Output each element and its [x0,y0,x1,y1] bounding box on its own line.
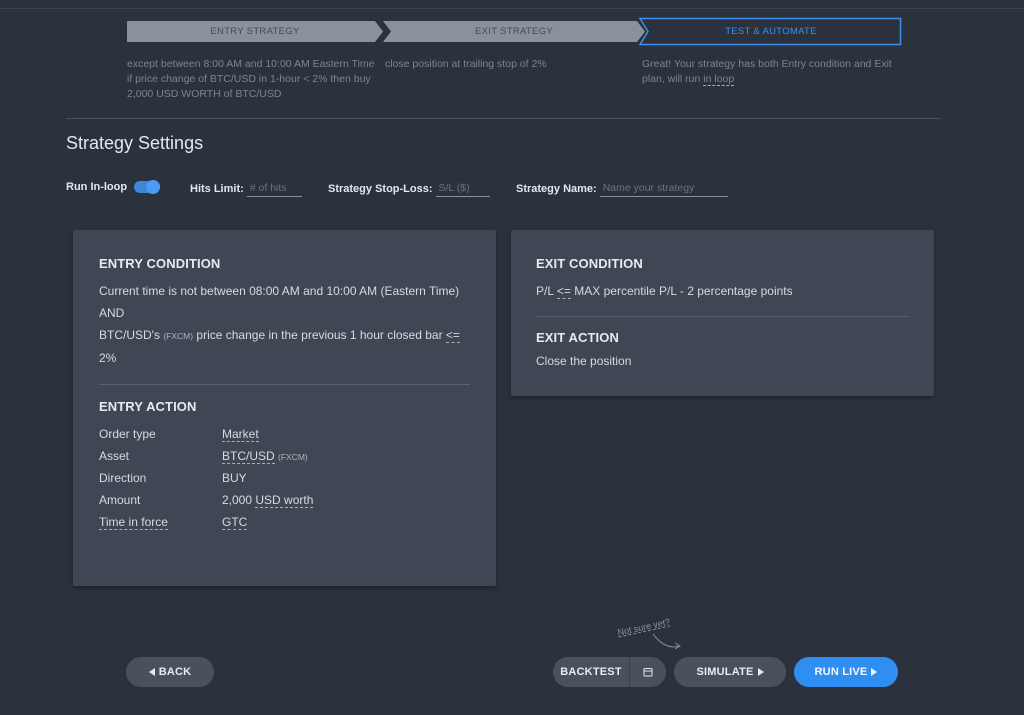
time-in-force-label[interactable]: Time in force [99,515,168,530]
order-type-row: Order type Market [99,423,470,445]
strategy-name-input[interactable] [599,181,728,197]
condition-value: 2% [99,351,117,365]
condition-and: AND [99,306,125,320]
step-label: ENTRY STRATEGY [210,26,300,37]
condition-text: price change in the previous 1 hour clos… [196,328,443,342]
strategy-name-setting: Strategy Name: [516,181,728,197]
run-in-loop-setting: Run In-loop [66,180,161,194]
exit-action-title: EXIT ACTION [536,330,619,345]
exit-condition-text: P/L <= MAX percentile P/L - 2 percentage… [536,280,909,302]
calendar-icon[interactable] [630,667,666,677]
time-in-force-label-wrap: Time in force [99,515,222,530]
step-exit-strategy[interactable]: EXIT STRATEGY [383,21,645,42]
order-type-value[interactable]: Market [222,427,259,442]
step-description-text: Great! Your strategy has both Entry cond… [642,58,892,85]
exit-condition-rest: MAX percentile P/L - 2 percentage points [574,284,793,298]
asset-source: (FXCM) [278,452,308,462]
run-in-loop-toggle[interactable] [134,180,161,194]
backtest-button[interactable]: BACKTEST [553,657,666,687]
back-label: BACK [158,666,192,678]
step-entry-strategy[interactable]: ENTRY STRATEGY [127,21,383,42]
run-in-loop-label: Run In-loop [66,181,128,193]
top-divider [0,8,1024,9]
condition-price-change: BTC/USD's (FXCM) price change in the pre… [99,324,470,369]
simulate-label: SIMULATE [696,666,754,678]
step-description: close position at trailing stop of 2% [385,58,547,70]
asset-row: Asset BTC/USD (FXCM) [99,445,470,467]
in-loop-link[interactable]: in loop [703,73,735,86]
step-test-automate[interactable]: TEST & AUTOMATE [638,17,904,46]
entry-condition-text: Current time is not between 08:00 AM and… [99,280,470,369]
exit-action-text: Close the position [536,354,632,368]
back-button[interactable]: BACK [126,657,214,687]
step-label: TEST & AUTOMATE [725,26,817,37]
time-in-force-row: Time in force GTC [99,511,470,533]
entry-action-title: ENTRY ACTION [99,399,197,414]
hits-limit-setting: Hits Limit: [190,181,302,197]
condition-source: (FXCM) [163,331,194,341]
direction-row: Direction BUY [99,467,470,489]
asset-value[interactable]: BTC/USD (FXCM) [222,449,308,464]
entry-condition-title: ENTRY CONDITION [99,256,221,271]
stop-loss-input[interactable] [435,181,490,197]
hits-limit-label: Hits Limit: [190,183,244,195]
step-description: Great! Your strategy has both Entry cond… [642,57,892,87]
run-live-button[interactable]: RUN LIVE [794,657,898,687]
hits-limit-input[interactable] [246,181,302,197]
backtest-label: BACKTEST [560,666,622,678]
direction-value: BUY [222,471,247,485]
strategy-name-label: Strategy Name: [516,183,597,195]
condition-symbol: BTC/USD's [99,328,160,342]
section-divider [66,118,941,119]
simulate-button[interactable]: SIMULATE [674,657,786,687]
amount-value: 2,000 USD worth [222,493,314,508]
entry-action-list: Order type Market Asset BTC/USD (FXCM) D… [99,423,470,533]
card-divider [536,316,909,317]
direction-label: Direction [99,471,147,485]
page-title: Strategy Settings [66,133,204,153]
stop-loss-setting: Strategy Stop-Loss: [328,181,490,197]
exit-condition-metric: P/L [536,284,554,298]
asset-symbol[interactable]: BTC/USD [222,449,275,464]
card-divider [99,384,470,385]
exit-condition-title: EXIT CONDITION [536,256,643,271]
step-description: except between 8:00 AM and 10:00 AM East… [127,58,375,100]
asset-label: Asset [99,449,130,463]
time-in-force-value[interactable]: GTC [222,515,248,530]
caret-right-icon [757,668,764,676]
toggle-knob [146,180,161,194]
step-label: EXIT STRATEGY [475,26,553,37]
stop-loss-label: Strategy Stop-Loss: [328,183,433,195]
caret-left-icon [148,668,155,676]
curved-arrow-icon [652,633,681,650]
amount-row: Amount 2,000 USD worth [99,489,470,511]
order-type-label: Order type [99,427,156,441]
exit-card: EXIT CONDITION P/L <= MAX percentile P/L… [511,230,934,396]
amount-label: Amount [99,493,141,507]
condition-time: Current time is not between 08:00 AM and… [99,284,460,298]
amount-number: 2,000 [222,493,253,507]
caret-right-icon [871,668,878,676]
run-live-label: RUN LIVE [814,666,868,678]
exit-condition-operator[interactable]: <= [556,284,571,299]
condition-operator[interactable]: <= [445,328,460,343]
amount-unit[interactable]: USD worth [255,493,314,508]
entry-card: ENTRY CONDITION Current time is not betw… [73,230,496,586]
